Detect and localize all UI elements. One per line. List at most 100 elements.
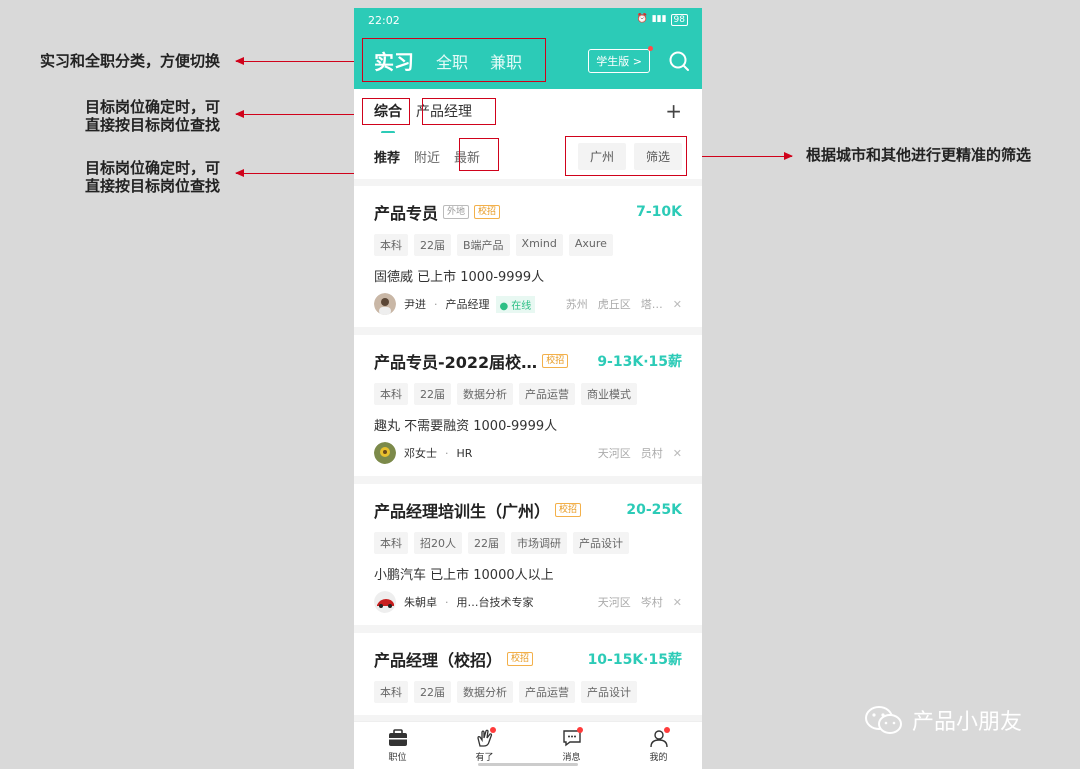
annotation-arrow-target xyxy=(235,110,362,118)
job-tag: 产品设计 xyxy=(581,681,637,703)
job-tag: 22届 xyxy=(468,532,505,554)
close-icon[interactable]: ✕ xyxy=(673,596,682,609)
company-info: 固德威 已上市 1000-9999人 xyxy=(374,270,545,285)
nav-label: 职位 xyxy=(388,753,407,763)
job-salary: 9-13K·15薪 xyxy=(597,354,682,370)
avatar xyxy=(374,293,396,315)
student-version-button[interactable]: 学生版 > xyxy=(588,45,653,73)
status-bar: 22:02 ⏰ ▮▮▮ 98 xyxy=(354,8,702,32)
job-tag: Xmind xyxy=(515,234,563,256)
job-tag: 产品运营 xyxy=(519,681,575,703)
location-district: 虎丘区 xyxy=(597,298,631,311)
company-info: 趣丸 不需要融资 1000-9999人 xyxy=(374,419,558,434)
job-tag: 产品设计 xyxy=(573,532,629,554)
job-card[interactable]: 产品专员 外地 校招 7-10K 本科 22届 B端产品 Xmind Axure… xyxy=(354,186,702,327)
nav-jobs[interactable]: 职位 xyxy=(354,722,441,769)
job-tag: 22届 xyxy=(414,681,451,703)
job-title: 产品专员 xyxy=(374,204,439,223)
location-area: 员村 xyxy=(640,447,663,460)
search-icon[interactable] xyxy=(668,50,690,72)
job-tag: 产品运营 xyxy=(519,383,575,405)
job-tags: 本科 22届 B端产品 Xmind Axure xyxy=(374,234,682,256)
alarm-icon: ⏰ xyxy=(636,14,648,24)
close-icon[interactable]: ✕ xyxy=(673,447,682,460)
company-info: 小鹏汽车 已上市 10000人以上 xyxy=(374,568,554,583)
job-location: 天河区 员村 ✕ xyxy=(598,445,682,461)
job-tag: 数据分析 xyxy=(457,681,513,703)
job-tag: 招20人 xyxy=(414,532,462,554)
job-card[interactable]: 产品经理（校招） 校招 10-15K·15薪 本科 22届 数据分析 产品运营 … xyxy=(354,633,702,715)
job-card[interactable]: 产品专员-2022届校… 校招 9-13K·15薪 本科 22届 数据分析 产品… xyxy=(354,335,702,476)
job-tag: 本科 xyxy=(374,681,408,703)
annotation-arrow-category xyxy=(235,57,362,65)
annotation-line: 直接按目标岗位查找 xyxy=(84,116,220,134)
signal-icon: ▮▮▮ xyxy=(651,14,667,24)
job-title: 产品专员-2022届校… xyxy=(374,353,538,372)
nav-have[interactable]: 有了 xyxy=(441,722,528,769)
job-tag: 商业模式 xyxy=(581,383,637,405)
job-tags: 本科 22届 数据分析 产品运营 商业模式 xyxy=(374,383,682,405)
nav-label: 消息 xyxy=(562,753,581,763)
job-tags: 本科 22届 数据分析 产品运营 产品设计 xyxy=(374,681,682,703)
top-bar: 实习 全职 兼职 学生版 > xyxy=(354,32,702,89)
job-list: 产品专员 外地 校招 7-10K 本科 22届 B端产品 Xmind Axure… xyxy=(354,179,702,715)
location-district: 天河区 xyxy=(597,596,631,609)
status-time: 22:02 xyxy=(368,13,400,27)
job-tag: 22届 xyxy=(414,383,451,405)
online-status: 在线 xyxy=(495,295,536,313)
sort-nearby[interactable]: 附近 xyxy=(414,147,440,166)
highlight-box-latest xyxy=(459,138,499,171)
job-badge: 校招 xyxy=(555,503,582,517)
annotation-line: 直接按目标岗位查找 xyxy=(84,177,220,195)
filter-bar: 推荐 附近 最新 广州 筛选 xyxy=(354,133,702,179)
job-location: 天河区 岑村 ✕ xyxy=(598,594,682,610)
status-icons: ⏰ ▮▮▮ 98 xyxy=(636,14,688,26)
recruiter-name: 尹进 xyxy=(404,298,426,311)
highlight-box-tabs xyxy=(362,38,546,82)
job-card[interactable]: 产品经理培训生（广州） 校招 20-25K 本科 招20人 22届 市场调研 产… xyxy=(354,484,702,625)
notification-dot xyxy=(489,727,496,733)
annotation-line: 目标岗位确定时，可 xyxy=(84,98,220,116)
location-area: 塔… xyxy=(640,298,663,311)
job-title: 产品经理（校招） xyxy=(374,651,503,670)
watermark-text: 产品小朋友 xyxy=(912,710,1023,735)
close-icon[interactable]: ✕ xyxy=(673,298,682,311)
separator-dot: · xyxy=(434,297,438,311)
separator-dot: · xyxy=(445,595,449,609)
highlight-box-overall xyxy=(362,98,410,125)
recruiter-role: 产品经理 xyxy=(445,298,490,311)
job-salary: 10-15K·15薪 xyxy=(587,652,682,668)
job-badge: 校招 xyxy=(474,205,501,219)
annotation-filter: 根据城市和其他进行更精准的筛选 xyxy=(806,146,1032,164)
notification-dot xyxy=(663,727,670,733)
avatar xyxy=(374,591,396,613)
watermark: 产品小朋友 xyxy=(864,704,1022,736)
job-badge: 校招 xyxy=(542,354,569,368)
notification-dot xyxy=(576,727,583,733)
notification-dot xyxy=(648,45,653,51)
highlight-box-filters xyxy=(565,136,687,176)
highlight-box-pm xyxy=(422,98,496,125)
job-salary: 20-25K xyxy=(626,502,682,518)
job-tag: 22届 xyxy=(414,234,451,256)
add-category-button[interactable]: + xyxy=(665,99,682,123)
job-badge: 校招 xyxy=(507,652,534,666)
annotation-target-position: 目标岗位确定时，可 直接按目标岗位查找 xyxy=(18,98,220,134)
job-tag: 本科 xyxy=(374,234,408,256)
job-tag: 本科 xyxy=(374,532,408,554)
nav-messages[interactable]: 消息 xyxy=(528,722,615,769)
location-area: 岑村 xyxy=(640,596,663,609)
job-tag: B端产品 xyxy=(457,234,510,256)
job-salary: 7-10K xyxy=(636,204,682,220)
job-tags: 本科 招20人 22届 市场调研 产品设计 xyxy=(374,532,682,554)
category-nav: 综合 产品经理 + xyxy=(354,89,702,134)
student-version-label: 学生版 > xyxy=(596,54,642,68)
battery-icon: 98 xyxy=(670,14,688,26)
job-location: 苏州 虎丘区 塔… ✕ xyxy=(566,296,682,312)
sort-recommend[interactable]: 推荐 xyxy=(374,147,400,166)
location-city: 苏州 xyxy=(565,298,588,311)
nav-profile[interactable]: 我的 xyxy=(615,722,702,769)
annotation-arrow-filter xyxy=(702,152,793,160)
job-tag: Axure xyxy=(568,234,613,256)
recruiter-role: 用…台技术专家 xyxy=(456,596,534,609)
